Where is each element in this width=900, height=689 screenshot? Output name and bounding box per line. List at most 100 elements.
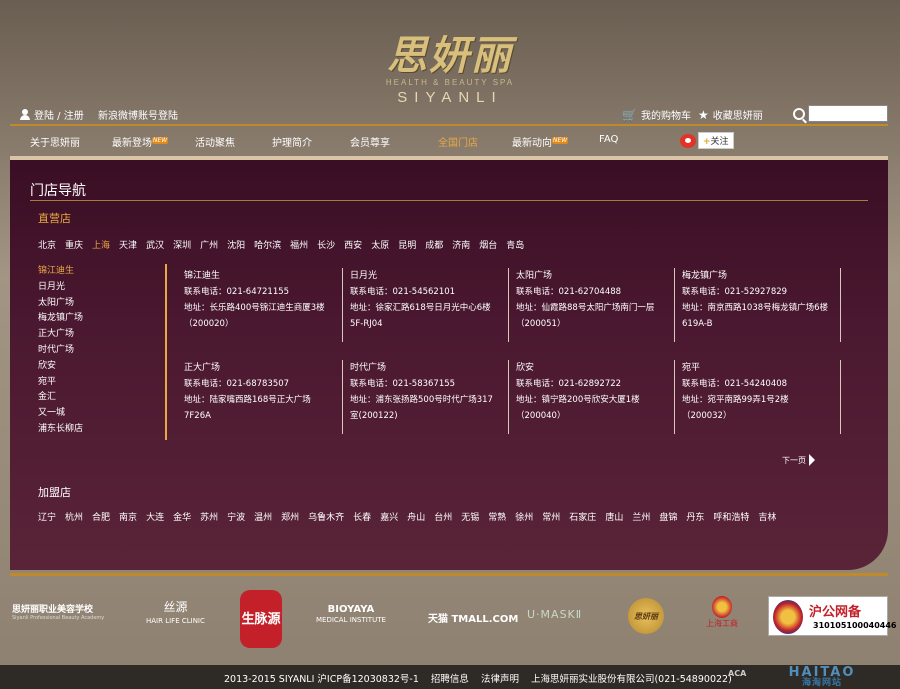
store-list-item[interactable]: 日月光 — [38, 280, 83, 296]
store-list-item[interactable]: 梅龙镇广场 — [38, 311, 83, 327]
city-link[interactable]: 常州 — [542, 510, 560, 523]
nav-item-news[interactable]: 最新动向NEW — [512, 134, 569, 149]
police-record-badge[interactable]: 沪公网备 310105100040446 — [768, 596, 897, 636]
partner-hair-logo[interactable]: 丝源 HAIR LIFE CLINIC — [146, 600, 205, 628]
jobs-link[interactable]: 招聘信息 — [431, 671, 469, 685]
legal-link[interactable]: 法律声明 — [481, 671, 519, 685]
city-link[interactable]: 烟台 — [479, 238, 497, 251]
city-link[interactable]: 沈阳 — [227, 238, 245, 251]
city-link[interactable]: 深圳 — [173, 238, 191, 251]
weibo-login-link[interactable]: 新浪微博账号登陆 — [98, 107, 178, 122]
search-icon[interactable] — [793, 107, 805, 120]
city-link[interactable]: 上海 — [92, 238, 110, 251]
partner-academy-logo[interactable]: 思妍丽职业美容学校 Siyanli Professional Beauty Ac… — [12, 602, 104, 621]
store-card-name[interactable]: 日月光 — [350, 268, 510, 284]
city-link[interactable]: 金华 — [173, 510, 191, 523]
nav-item-stores[interactable]: 全国门店 — [438, 134, 478, 149]
store-list-item[interactable]: 宛平 — [38, 375, 83, 391]
badge-title: 沪公网备 — [809, 605, 862, 620]
aca-badge[interactable]: ACA — [728, 669, 746, 678]
search-input[interactable] — [808, 105, 888, 122]
city-link[interactable]: 常熟 — [488, 510, 506, 523]
weibo-follow[interactable]: +关注 — [680, 132, 734, 149]
store-card-addr2: （200032） — [682, 411, 732, 421]
city-link[interactable]: 温州 — [254, 510, 272, 523]
favorite-link[interactable]: ★ 收藏思妍丽 — [698, 107, 763, 123]
store-card-name[interactable]: 欣安 — [516, 360, 676, 376]
city-link[interactable]: 兰州 — [632, 510, 650, 523]
city-link[interactable]: 哈尔滨 — [254, 238, 281, 251]
store-card-phone: 联系电话：021-58367155 — [350, 379, 456, 389]
city-link[interactable]: 乌鲁木齐 — [308, 510, 344, 523]
city-link[interactable]: 青岛 — [506, 238, 524, 251]
store-card-name[interactable]: 梅龙镇广场 — [682, 268, 842, 284]
city-link[interactable]: 郑州 — [281, 510, 299, 523]
city-link[interactable]: 唐山 — [605, 510, 623, 523]
city-link[interactable]: 西安 — [344, 238, 362, 251]
store-list-item[interactable]: 浦东长柳店 — [38, 422, 83, 438]
store-list-item[interactable]: 时代广场 — [38, 343, 83, 359]
star-icon: ★ — [698, 107, 709, 122]
nav-item-faq[interactable]: FAQ — [599, 134, 618, 145]
city-link[interactable]: 广州 — [200, 238, 218, 251]
city-link[interactable]: 长春 — [353, 510, 371, 523]
follow-label: 关注 — [710, 137, 729, 147]
city-link[interactable]: 重庆 — [65, 238, 83, 251]
city-link[interactable]: 南京 — [119, 510, 137, 523]
store-card-addr1: 地址：南京西路1038号梅龙镇广场6楼 — [682, 303, 829, 313]
nav-item-about[interactable]: 关于思妍丽 — [30, 134, 80, 149]
city-link[interactable]: 台州 — [434, 510, 452, 523]
partner-siyanli-seal-logo[interactable]: 思妍丽 — [628, 598, 664, 634]
store-card-name[interactable]: 正大广场 — [184, 360, 344, 376]
city-link[interactable]: 辽宁 — [38, 510, 56, 523]
city-link[interactable]: 昆明 — [398, 238, 416, 251]
store-list-item[interactable]: 金汇 — [38, 390, 83, 406]
store-list-item[interactable]: 正大广场 — [38, 327, 83, 343]
partner-bioyaya-logo[interactable]: BIOYAYA MEDICAL INSTITUTE — [316, 604, 386, 626]
next-page-link[interactable]: 下一页 — [782, 454, 815, 466]
city-link[interactable]: 大连 — [146, 510, 164, 523]
city-link[interactable]: 石家庄 — [569, 510, 596, 523]
city-link[interactable]: 呼和浩特 — [713, 510, 749, 523]
login-link[interactable]: 登陆 / 注册 — [20, 107, 84, 122]
city-link[interactable]: 徐州 — [515, 510, 533, 523]
card-divider — [508, 268, 509, 342]
city-link[interactable]: 太原 — [371, 238, 389, 251]
city-link[interactable]: 盘锦 — [659, 510, 677, 523]
city-link[interactable]: 天津 — [119, 238, 137, 251]
city-link[interactable]: 合肥 — [92, 510, 110, 523]
city-link[interactable]: 济南 — [452, 238, 470, 251]
store-card-name[interactable]: 时代广场 — [350, 360, 510, 376]
store-card-name[interactable]: 锦江迪生 — [184, 268, 344, 284]
nav-item-new-arrivals[interactable]: 最新登场NEW — [112, 134, 169, 149]
city-link[interactable]: 嘉兴 — [380, 510, 398, 523]
store-list-item[interactable]: 太阳广场 — [38, 296, 83, 312]
city-link[interactable]: 武汉 — [146, 238, 164, 251]
store-list-item[interactable]: 欣安 — [38, 359, 83, 375]
store-list-item[interactable]: 又一城 — [38, 406, 83, 422]
city-link[interactable]: 杭州 — [65, 510, 83, 523]
follow-button[interactable]: +关注 — [698, 132, 734, 149]
city-link[interactable]: 福州 — [290, 238, 308, 251]
city-link[interactable]: 吉林 — [758, 510, 776, 523]
cart-link[interactable]: 🛒 我的购物车 — [622, 107, 691, 123]
store-card: 欣安 联系电话：021-62892722 地址：镇宁路200号欣安大厦1楼 （2000… — [516, 360, 676, 424]
partner-tmall-logo[interactable]: 天猫 TMALL.COM — [428, 610, 518, 625]
partner-shanghai-business-logo[interactable]: 上海工商 — [706, 596, 738, 630]
city-link[interactable]: 无锡 — [461, 510, 479, 523]
partner-umask-logo[interactable]: U·MASKⅡ — [527, 608, 582, 621]
nav-item-members[interactable]: 会员尊享 — [350, 134, 390, 149]
city-link[interactable]: 苏州 — [200, 510, 218, 523]
store-list-item[interactable]: 锦江迪生 — [38, 264, 83, 280]
city-link[interactable]: 丹东 — [686, 510, 704, 523]
city-link[interactable]: 北京 — [38, 238, 56, 251]
city-link[interactable]: 成都 — [425, 238, 443, 251]
city-link[interactable]: 长沙 — [317, 238, 335, 251]
partner-shengmaiyuan-logo[interactable]: 生脉源 — [240, 590, 282, 648]
nav-item-care[interactable]: 护理简介 — [272, 134, 312, 149]
store-card-name[interactable]: 太阳广场 — [516, 268, 676, 284]
city-link[interactable]: 舟山 — [407, 510, 425, 523]
city-link[interactable]: 宁波 — [227, 510, 245, 523]
store-card-name[interactable]: 宛平 — [682, 360, 842, 376]
nav-item-events[interactable]: 活动聚焦 — [195, 134, 235, 149]
